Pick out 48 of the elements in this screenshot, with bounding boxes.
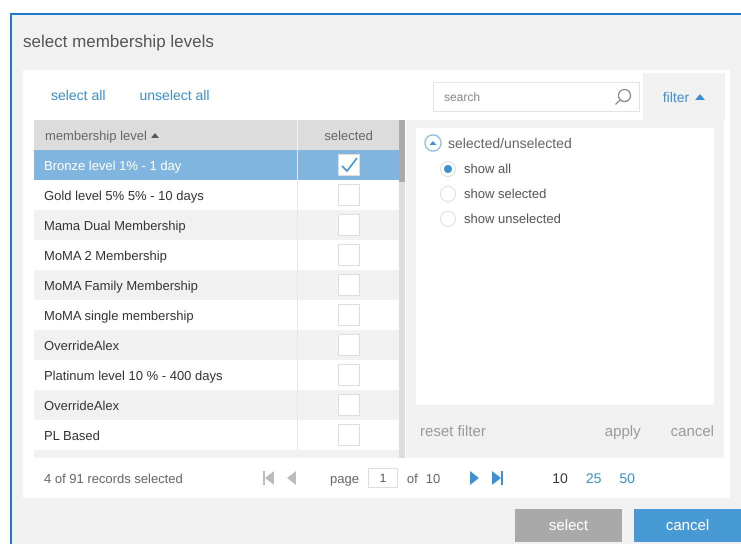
last-page-icon[interactable] bbox=[490, 470, 504, 486]
page-total: 10 bbox=[426, 470, 440, 486]
table-cell-text: Platinum level 10 % - 400 days bbox=[43, 366, 224, 385]
table-cell-text: MoMA single membership bbox=[43, 306, 195, 325]
checkbox[interactable] bbox=[338, 364, 360, 386]
checkbox[interactable] bbox=[338, 394, 360, 416]
table-row[interactable]: PL Based bbox=[34, 420, 399, 450]
radio-button[interactable] bbox=[440, 160, 456, 176]
checkbox[interactable] bbox=[338, 154, 360, 176]
selection-summary: 4 of 91 records selected bbox=[44, 470, 184, 486]
table-cell-text: OverrideAlex bbox=[43, 396, 120, 414]
table-row[interactable]: MoMA 2 Membership bbox=[34, 240, 399, 270]
table-cell-text: MoMA Family Membership bbox=[43, 276, 199, 295]
filter-group-label: selected/unselected bbox=[448, 135, 572, 151]
column-header[interactable]: membership level bbox=[34, 120, 298, 150]
radio-button[interactable] bbox=[440, 210, 456, 226]
page-label: page bbox=[330, 470, 359, 486]
dialog-title: select membership levels bbox=[22, 31, 215, 53]
table-cell-text: Mama Dual Membership bbox=[43, 216, 187, 235]
checkbox[interactable] bbox=[338, 244, 360, 266]
radio-option[interactable]: show selected bbox=[424, 181, 706, 206]
of-label: of bbox=[406, 470, 418, 486]
checkbox[interactable] bbox=[338, 274, 360, 296]
check-icon bbox=[340, 157, 358, 173]
table-row[interactable]: Gold level 5% 5% - 10 days bbox=[34, 180, 399, 210]
checkbox[interactable] bbox=[338, 334, 360, 356]
checkbox[interactable] bbox=[338, 304, 360, 326]
caret-icon bbox=[695, 94, 706, 100]
table-cell-text: Bronze level 1% - 1 day bbox=[43, 156, 182, 175]
table-cell-text: PL Based bbox=[43, 426, 101, 444]
table-row[interactable]: Platinum level 10 % - 400 days bbox=[34, 360, 399, 390]
checkbox[interactable] bbox=[338, 424, 360, 446]
search-icon bbox=[614, 88, 632, 106]
table-cell-text: Gold level 5% 5% - 10 days bbox=[43, 186, 205, 205]
page-size-link[interactable]: 10 bbox=[552, 470, 568, 486]
table-row[interactable]: MoMA single membership bbox=[34, 300, 399, 330]
checkbox[interactable] bbox=[338, 214, 360, 236]
search-field[interactable]: search bbox=[433, 82, 640, 112]
scrollbar[interactable] bbox=[399, 120, 405, 458]
collapse-icon[interactable] bbox=[424, 134, 442, 152]
table-cell-text: MoMA 2 Membership bbox=[43, 246, 168, 265]
sort-icon bbox=[150, 132, 159, 138]
page-field[interactable]: 1 bbox=[368, 468, 398, 488]
radio-option[interactable]: show all bbox=[424, 156, 706, 181]
table-cell-text: OverrideAlex bbox=[43, 336, 120, 354]
radio-option[interactable]: show unselected bbox=[424, 206, 706, 231]
checkbox[interactable] bbox=[338, 184, 360, 206]
radio-button[interactable] bbox=[440, 186, 456, 202]
